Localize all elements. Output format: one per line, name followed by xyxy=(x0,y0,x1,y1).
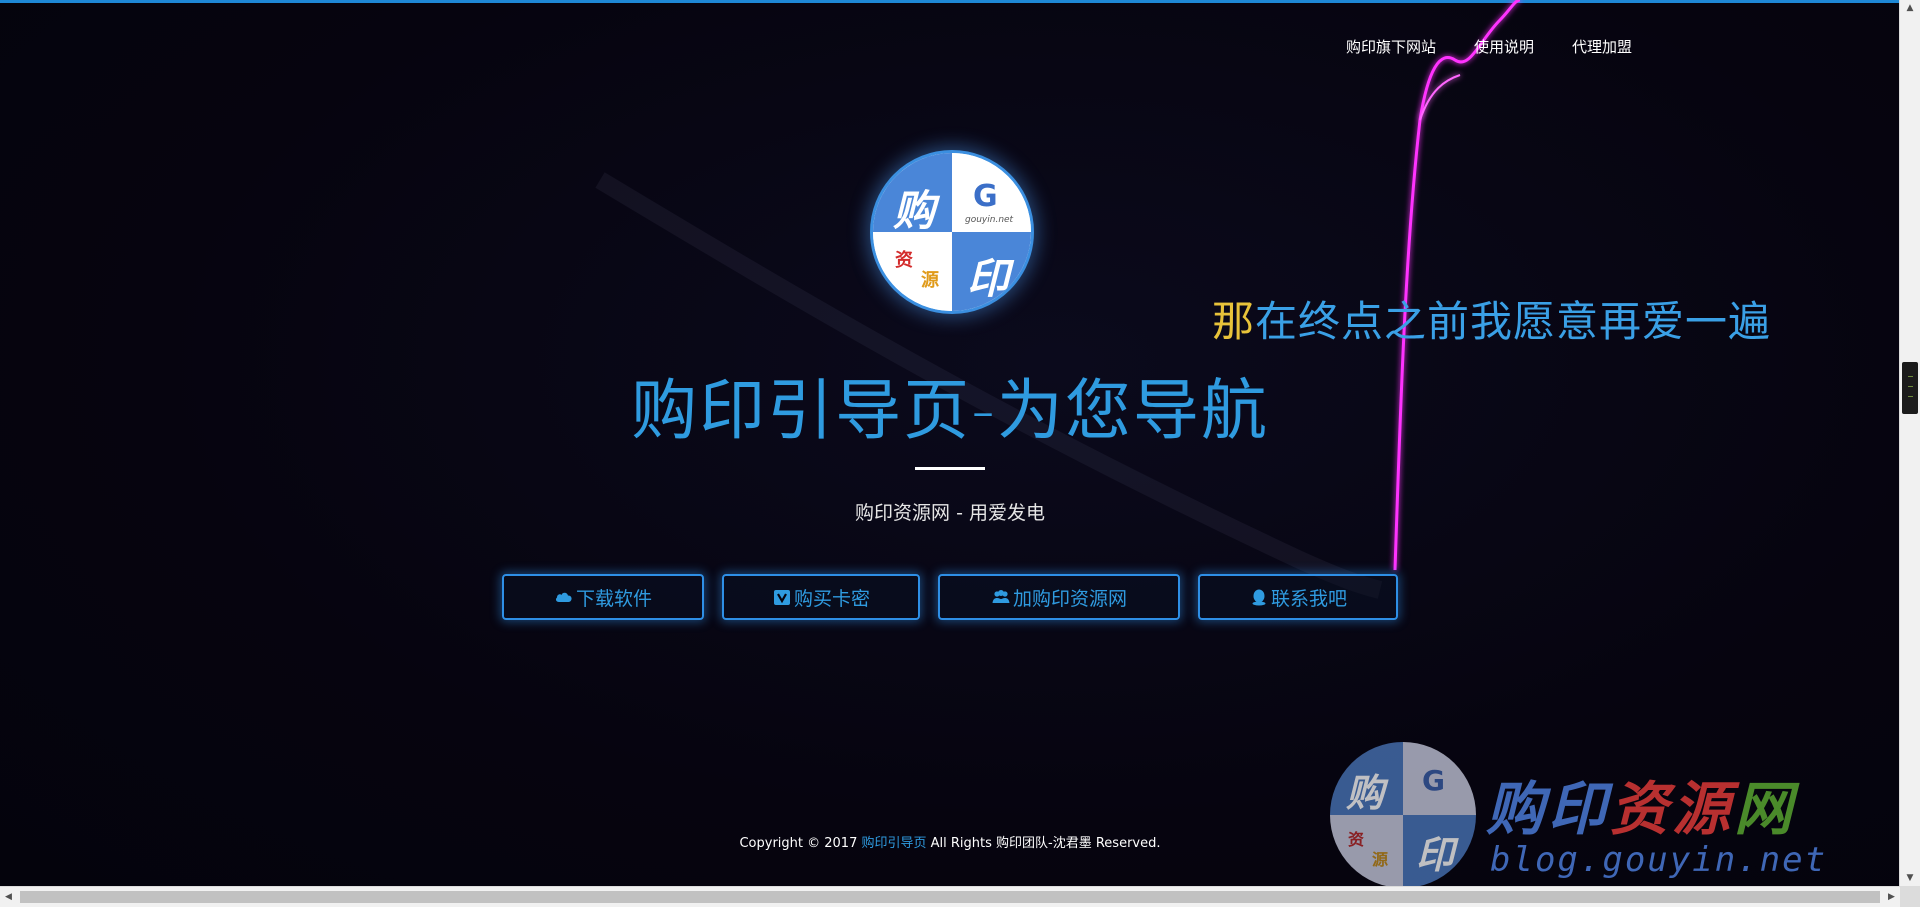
download-software-button[interactable]: 下载软件 xyxy=(502,574,704,620)
page: 购印旗下网站 使用说明 代理加盟 购 G gouyin.net 资 源 印 那在… xyxy=(0,0,1920,907)
page-title: 购印引导页-为您导航 xyxy=(631,372,1269,449)
top-nav: 购印旗下网站 使用说明 代理加盟 xyxy=(1346,36,1632,57)
users-icon xyxy=(992,590,1010,603)
top-accent-line xyxy=(0,0,1900,3)
join-gouyin-label: 加购印资源网 xyxy=(1012,588,1127,610)
logo-site-text: gouyin.net xyxy=(965,215,1014,225)
contact-me-label: 联系我吧 xyxy=(1270,588,1347,610)
logo-char-yin: 印 xyxy=(967,254,1010,303)
nav-item-sites[interactable]: 购印旗下网站 xyxy=(1346,36,1436,57)
horizontal-scroll-thumb[interactable] xyxy=(20,891,1880,903)
watermark-char-gou: 购 xyxy=(1346,771,1385,815)
lyric-first-char: 那 xyxy=(1212,297,1256,346)
logo-char-gou: 购 xyxy=(893,186,936,235)
scrollbar-corner xyxy=(1900,887,1920,907)
buy-card-key-button[interactable]: 购买卡密 xyxy=(722,574,920,620)
scroll-up-arrow-icon[interactable]: ▲ xyxy=(1900,0,1920,17)
download-software-label: 下载软件 xyxy=(575,588,652,610)
scroll-down-arrow-icon[interactable]: ▼ xyxy=(1900,870,1920,887)
logo-char-yuan: 源 xyxy=(921,270,939,291)
site-logo: 购 G gouyin.net 资 源 印 xyxy=(870,150,1034,314)
nav-item-agent-join[interactable]: 代理加盟 xyxy=(1572,36,1632,57)
blog-watermark: 购 G 资 源 印 购印资源网 blog.gouyin.net xyxy=(1330,742,1890,888)
watermark-name-char: 网 xyxy=(1734,775,1797,843)
footer-home-link[interactable]: 购印引导页 xyxy=(862,836,927,851)
watermark-char-yin: 印 xyxy=(1416,833,1455,877)
action-buttons: 下载软件 购买卡密 加购印资源网 联系我吧 xyxy=(0,574,1900,620)
logo-char-zi: 资 xyxy=(895,250,913,271)
page-subtitle: 购印资源网 - 用爱发电 xyxy=(855,502,1045,524)
watermark-url: blog.gouyin.net xyxy=(1490,840,1828,880)
vertical-scrollbar[interactable]: ▲ ▼ xyxy=(1899,0,1920,887)
watermark-name-char: 购 xyxy=(1486,775,1549,843)
watermark-letter-g: G xyxy=(1422,764,1445,797)
copyright-suffix: All Rights 购印团队-沈君墨 Reserved. xyxy=(926,836,1161,851)
watermark-logo: 购 G 资 源 印 xyxy=(1330,742,1476,888)
watermark-name-char: 资 xyxy=(1610,775,1673,843)
qq-icon xyxy=(1252,589,1266,606)
watermark-name-char: 源 xyxy=(1672,775,1735,843)
v-square-icon xyxy=(773,590,790,605)
watermark-name-char: 印 xyxy=(1548,775,1611,843)
vertical-scroll-thumb[interactable] xyxy=(1902,362,1918,414)
watermark-site-name: 购印资源网 xyxy=(1486,762,1796,846)
watermark-char-yuan: 源 xyxy=(1372,850,1389,869)
horizontal-scrollbar[interactable]: ◀ ▶ xyxy=(0,886,1920,907)
watermark-logo-quadrant xyxy=(1330,815,1403,888)
buy-card-key-label: 购买卡密 xyxy=(793,588,870,610)
logo-letter-g: G xyxy=(973,179,998,214)
lyric-rest: 在终点之前我愿意再爱一遍 xyxy=(1255,297,1772,346)
lyric-text: 那在终点之前我愿意再爱一遍 xyxy=(1212,288,1771,349)
contact-me-button[interactable]: 联系我吧 xyxy=(1198,574,1398,620)
watermark-char-zi: 资 xyxy=(1348,830,1365,849)
copyright-prefix: Copyright © 2017 xyxy=(739,836,862,851)
title-divider xyxy=(915,467,985,470)
scroll-right-arrow-icon[interactable]: ▶ xyxy=(1883,887,1900,907)
scroll-left-arrow-icon[interactable]: ◀ xyxy=(0,887,17,907)
cloud-icon xyxy=(555,592,572,602)
join-gouyin-button[interactable]: 加购印资源网 xyxy=(938,574,1180,620)
nav-item-instructions[interactable]: 使用说明 xyxy=(1474,36,1534,57)
